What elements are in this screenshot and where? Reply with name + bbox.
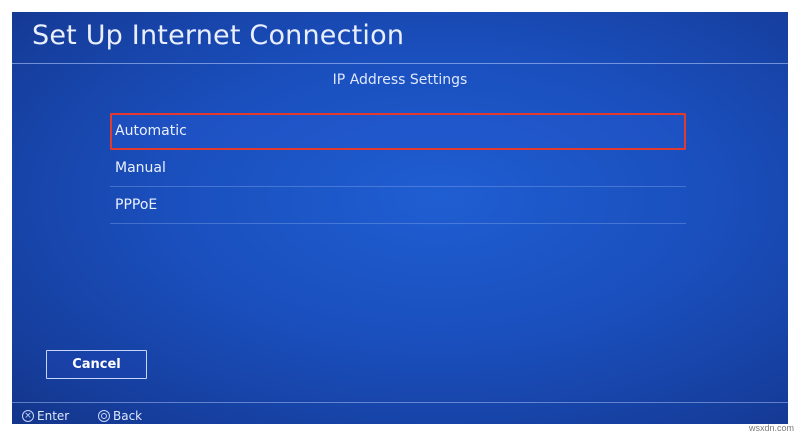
option-manual[interactable]: Manual [110, 150, 686, 187]
back-hint-label: Back [113, 409, 143, 423]
ip-settings-options-list: Automatic Manual PPPoE [110, 113, 686, 224]
cross-button-icon: × [22, 410, 34, 422]
title-divider [12, 63, 788, 64]
enter-hint-label: Enter [37, 409, 70, 423]
circle-button-icon [98, 410, 110, 422]
section-subtitle: IP Address Settings [332, 72, 468, 88]
option-automatic[interactable]: Automatic [110, 113, 686, 150]
enter-hint: × Enter [22, 408, 69, 424]
footer-divider [12, 402, 788, 403]
page-title: Set Up Internet Connection [32, 20, 405, 51]
cancel-button[interactable]: Cancel [46, 350, 147, 379]
back-hint: Back [98, 408, 142, 424]
ps4-settings-screen: Set Up Internet Connection IP Address Se… [12, 12, 788, 424]
watermark: wsxdn.com [748, 423, 794, 433]
option-pppoe[interactable]: PPPoE [110, 187, 686, 224]
